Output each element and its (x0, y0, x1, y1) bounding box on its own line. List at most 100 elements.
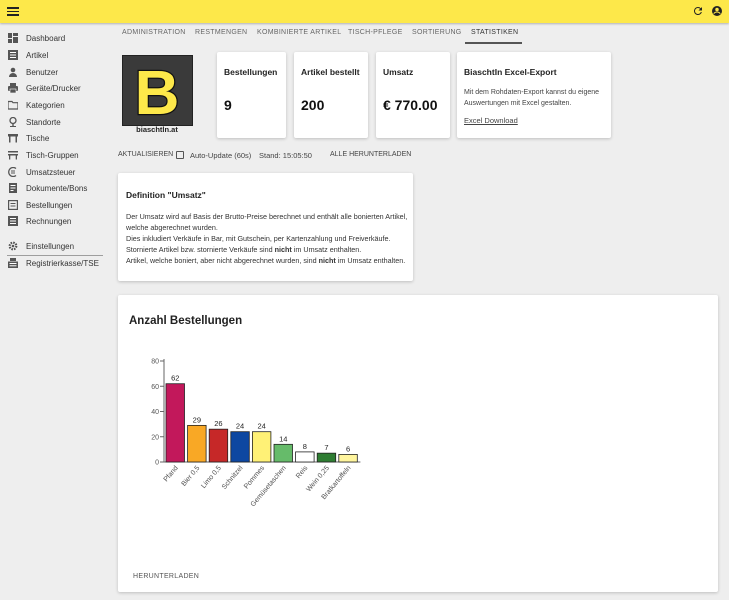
bar (316, 452, 337, 463)
chart-title: Anzahl Bestellungen (129, 315, 243, 327)
stat-title: Artikel bestellt (301, 67, 360, 77)
sidebar-item-kategorien[interactable]: Kategorien (0, 97, 112, 113)
table-group-icon (8, 150, 18, 160)
sidebar-item-label: Dashboard (26, 33, 66, 43)
refresh-icon[interactable] (692, 5, 704, 17)
definition-p3-bold: nicht (274, 245, 292, 254)
app-bar (0, 0, 729, 23)
tax-icon (8, 167, 18, 177)
sidebar-item-tische[interactable]: Tische (0, 130, 112, 146)
x-tick-label: Bier 0,5 (181, 465, 202, 488)
menu-icon[interactable] (7, 5, 19, 17)
tab-sortierung[interactable]: SORTIERUNG (412, 29, 462, 36)
export-title: BiaschtIn Excel-Export (464, 67, 557, 77)
sidebar-item-registrierkasse[interactable]: Registrierkasse/TSE (0, 255, 112, 271)
sidebar-item-label: Kategorien (26, 100, 65, 110)
sidebar-item-label: Rechnungen (26, 216, 72, 226)
definition-p3: Stornierte Artikel bzw. stornierte Verkä… (126, 244, 409, 255)
chart-card: Anzahl Bestellungen 0 20 40 60 80 62 Pfand 29 Bi… (118, 295, 718, 592)
sidebar-item-benutzer[interactable]: Benutzer (0, 64, 112, 80)
definition-p4-a: Artikel, welche boniert, aber nicht abge… (126, 256, 319, 265)
definition-card: Definition "Umsatz" Der Umsatz wird auf … (118, 173, 413, 281)
sidebar-item-standorte[interactable]: Standorte (0, 114, 112, 130)
sidebar-item-dashboard[interactable]: Dashboard (0, 30, 112, 46)
definition-p2: Dies inkludiert Verkäufe in Bar, mit Gut… (126, 234, 391, 243)
sidebar-item-label: Tische (26, 133, 50, 143)
export-description: Mit dem Rohdaten-Export kannst du eigene… (464, 89, 600, 107)
account-icon[interactable] (711, 5, 723, 17)
sidebar-item-geraete[interactable]: Geräte/Drucker (0, 80, 112, 96)
y-tick-label: 80 (151, 359, 159, 366)
sidebar: Dashboard Artikel Benutzer Geräte/Drucke… (0, 23, 112, 600)
tab-tisch-pflege[interactable]: TISCH-PFLEGE (348, 29, 403, 36)
sidebar-item-label: Geräte/Drucker (26, 83, 81, 93)
x-tick-label: Reis (295, 464, 310, 480)
bar (208, 428, 229, 463)
bar (273, 443, 293, 463)
logo-letter: B (135, 59, 180, 125)
stat-title: Bestellungen (224, 67, 278, 77)
sidebar-item-rechnungen[interactable]: Rechnungen (0, 213, 112, 229)
sidebar-item-label: Dokumente/Bons (26, 183, 88, 193)
definition-p4-bold: nicht (318, 256, 336, 265)
dashboard-icon (8, 33, 18, 43)
definition-title: Definition "Umsatz" (126, 190, 206, 200)
pin-icon (8, 117, 18, 127)
sidebar-item-artikel[interactable]: Artikel (0, 47, 112, 63)
bar (187, 424, 207, 463)
stat-value: 200 (301, 97, 325, 113)
definition-text: Der Umsatz wird auf Basis der Brutto-Pre… (126, 211, 409, 266)
stat-card-umsatz: Umsatz € 770.00 (376, 52, 450, 138)
sidebar-item-bestellungen[interactable]: Bestellungen (0, 197, 112, 213)
bar-value-label: 24 (257, 422, 265, 431)
definition-p4-c: im Umsatz enthalten. (335, 256, 406, 265)
download-all-button[interactable]: ALLE HERUNTERLADEN (330, 151, 411, 158)
stat-value: 9 (224, 97, 232, 113)
bar (295, 451, 315, 463)
stat-card-artikel-bestellt: Artikel bestellt 200 (294, 52, 368, 138)
definition-p1: Der Umsatz wird auf Basis der Brutto-Pre… (126, 212, 408, 232)
invoice-icon (8, 216, 18, 226)
x-tick-label: Schnitzel (221, 464, 245, 491)
list-icon (8, 50, 18, 60)
stat-title: Umsatz (383, 67, 414, 77)
tab-administration[interactable]: ADMINISTRATION (122, 29, 186, 36)
bar-value-label: 8 (303, 442, 307, 451)
y-tick-label: 40 (151, 409, 159, 416)
stat-value: € 770.00 (383, 97, 438, 113)
bar-value-label: 14 (279, 434, 287, 443)
sidebar-item-umsatzsteuer[interactable]: Umsatzsteuer (0, 164, 112, 180)
tab-restmengen[interactable]: RESTMENGEN (195, 29, 247, 36)
orders-icon (8, 200, 18, 210)
definition-p3-a: Stornierte Artikel bzw. stornierte Verkä… (126, 245, 275, 254)
sidebar-item-einstellungen[interactable]: Einstellungen (0, 238, 112, 254)
y-tick-label: 60 (151, 384, 159, 391)
tab-kombinierte-artikel[interactable]: KOMBINIERTE ARTIKEL (257, 29, 341, 36)
stand-timestamp: Stand: 15:05:50 (259, 151, 312, 160)
logo: B (122, 55, 193, 129)
bar-value-label: 62 (171, 374, 179, 383)
document-icon (8, 183, 18, 193)
tab-statistiken[interactable]: STATISTIKEN (471, 29, 518, 36)
refresh-button[interactable]: AKTUALISIEREN (118, 151, 173, 158)
bar-value-label: 24 (236, 422, 244, 431)
sidebar-item-tisch-gruppen[interactable]: Tisch-Gruppen (0, 147, 112, 163)
table-icon (8, 133, 18, 143)
sidebar-item-label: Benutzer (26, 67, 59, 77)
bar-value-label: 26 (214, 419, 222, 428)
gear-icon (8, 241, 18, 251)
sidebar-item-label: Bestellungen (26, 200, 73, 210)
y-tick-label: 0 (155, 460, 159, 467)
excel-download-link[interactable]: Excel Download (464, 116, 518, 125)
tab-bar: ADMINISTRATION RESTMENGEN KOMBINIERTE AR… (112, 23, 729, 43)
folder-icon (8, 100, 18, 110)
chart-download-button[interactable]: HERUNTERLADEN (133, 573, 199, 580)
sidebar-item-dokumente[interactable]: Dokumente/Bons (0, 180, 112, 196)
autoupdate-checkbox[interactable] (176, 151, 184, 159)
person-icon (8, 67, 18, 77)
excel-export-card: BiaschtIn Excel-Export Mit dem Rohdaten-… (457, 52, 611, 138)
bar-value-label: 29 (193, 415, 201, 424)
sidebar-item-label: Einstellungen (26, 241, 75, 251)
bar-value-label: 6 (346, 444, 350, 453)
active-tab-indicator (465, 42, 522, 44)
